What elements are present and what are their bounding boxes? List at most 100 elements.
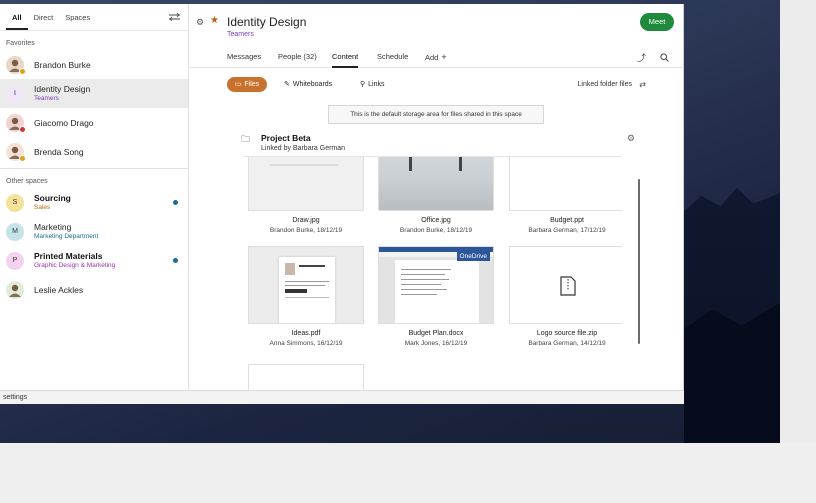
sidebar-item[interactable]: Brandon Burke bbox=[0, 50, 188, 79]
folder-settings-icon[interactable]: ⚙ bbox=[627, 133, 635, 144]
favorites-list: Brandon Burke I Identity Design Teamers Giac… bbox=[0, 50, 188, 166]
file-meta: Brandon Burke, 18/12/19 bbox=[269, 227, 343, 234]
tab-people[interactable]: People (32) bbox=[278, 52, 317, 68]
whiteboards-filter-label: Whiteboards bbox=[292, 81, 333, 88]
sidebar-item[interactable]: I Identity Design Teamers bbox=[0, 79, 188, 108]
sidebar-item[interactable]: M Marketing Marketing Department bbox=[0, 217, 188, 246]
sidebar-item-text: Leslie Ackles bbox=[34, 285, 83, 295]
sidebar-item-label: Printed Materials bbox=[34, 250, 103, 261]
sidebar-item-text: Printed Materials Graphic Design & Market… bbox=[34, 251, 115, 271]
swap-icon[interactable]: ⇄ bbox=[639, 80, 646, 89]
unread-dot bbox=[173, 258, 178, 263]
filter-icon[interactable] bbox=[169, 12, 180, 22]
folder-header: 🗀 Project Beta Linked by Barbara German … bbox=[241, 132, 635, 158]
presence-dot bbox=[19, 125, 26, 133]
folder-linked-by: Linked by Barbara German bbox=[261, 145, 346, 152]
files-filter-button[interactable]: ▭ Files bbox=[227, 77, 267, 92]
search-icon[interactable] bbox=[660, 53, 669, 62]
sidebar-tab-all[interactable]: All bbox=[6, 4, 28, 30]
folder-title: Project Beta bbox=[261, 133, 311, 143]
other-spaces-list: S Sourcing Sales M Marketing Marketing Depart… bbox=[0, 188, 188, 304]
avatar bbox=[6, 55, 26, 75]
tab-content[interactable]: Content bbox=[332, 52, 359, 68]
links-filter-button[interactable]: ⚲ Links bbox=[360, 77, 384, 92]
file-meta: Brandon Burke, 18/12/19 bbox=[399, 227, 473, 234]
sidebar-item-label: Giacomo Drago bbox=[34, 117, 94, 128]
file-thumbnail bbox=[378, 157, 494, 211]
file-thumbnail: OneDrive bbox=[378, 246, 494, 324]
file-tile[interactable]: Logo source file.zip Barbara German, 14/1… bbox=[509, 246, 622, 347]
sidebar-item-text: Brenda Song bbox=[34, 147, 84, 157]
file-meta: Barbara German, 17/12/19 bbox=[528, 227, 606, 234]
folder-icon: 🗀 bbox=[241, 134, 251, 144]
file-tile[interactable] bbox=[248, 364, 364, 390]
files-filter-label: Files bbox=[244, 81, 260, 88]
share-icon[interactable]: ⤴ bbox=[637, 51, 646, 64]
tab-messages[interactable]: Messages bbox=[227, 52, 261, 68]
link-icon: ⚲ bbox=[360, 81, 366, 88]
avatar: S bbox=[6, 193, 24, 212]
space-team-link[interactable]: Teamers bbox=[227, 31, 254, 38]
sidebar-item-label: Brenda Song bbox=[34, 146, 84, 157]
avatar bbox=[6, 113, 26, 133]
meet-button[interactable]: Meet bbox=[640, 13, 674, 31]
file-thumbnail bbox=[509, 157, 622, 211]
file-thumbnail bbox=[248, 157, 364, 211]
file-name: Budget Plan.docx bbox=[408, 330, 464, 337]
sidebar-item-text: Giacomo Drago bbox=[34, 118, 94, 128]
sidebar-tab-spaces[interactable]: Spaces bbox=[59, 4, 96, 31]
avatar: M bbox=[6, 222, 24, 241]
avatar: I bbox=[6, 84, 24, 103]
file-thumbnail bbox=[248, 364, 364, 390]
desk-surface bbox=[0, 443, 816, 503]
avatar bbox=[6, 142, 26, 162]
linked-folder-files-button[interactable]: Linked folder files bbox=[578, 81, 632, 88]
avatar: P bbox=[6, 251, 24, 270]
file-thumbnail bbox=[509, 246, 622, 324]
file-tile[interactable]: Ideas.pdf Anna Simmons, 16/12/19 bbox=[248, 246, 364, 347]
file-grid-scrollbar[interactable] bbox=[638, 179, 640, 344]
file-tile[interactable]: OneDrive Budget Plan.docx Mark Jones, 16/1… bbox=[378, 246, 494, 347]
pencil-icon: ✎ bbox=[284, 81, 290, 88]
sidebar-item[interactable]: P Printed Materials Graphic Design & Marke… bbox=[0, 246, 188, 275]
sidebar-item-sublabel: Marketing Department bbox=[34, 232, 99, 240]
sidebar-tabs: All Direct Spaces bbox=[0, 4, 188, 31]
unread-dot bbox=[173, 200, 178, 205]
tab-schedule[interactable]: Schedule bbox=[377, 52, 408, 68]
folder-icon: ▭ bbox=[234, 81, 242, 88]
sidebar-item-label: Marketing bbox=[34, 221, 72, 232]
file-meta: Barbara German, 14/12/19 bbox=[528, 340, 606, 347]
tab-add[interactable]: Add + bbox=[425, 52, 447, 68]
sidebar-item[interactable]: Brenda Song bbox=[0, 137, 188, 166]
tab-add-label: Add bbox=[425, 53, 439, 62]
favorites-heading: Favorites bbox=[6, 40, 35, 47]
sidebar-tab-direct[interactable]: Direct bbox=[28, 4, 60, 31]
presence-dot bbox=[19, 67, 26, 75]
sidebar-item-sublabel: Graphic Design & Marketing bbox=[34, 261, 116, 269]
other-spaces-heading: Other spaces bbox=[6, 178, 48, 185]
sidebar-item-text: Brandon Burke bbox=[34, 60, 91, 70]
file-meta: Mark Jones, 16/12/19 bbox=[404, 340, 468, 347]
sidebar-item[interactable]: Leslie Ackles bbox=[0, 275, 188, 304]
file-grid: Draw.jpg Brandon Burke, 18/12/19 Office.jp… bbox=[244, 156, 622, 390]
plus-icon: + bbox=[441, 52, 447, 62]
favorite-star-icon[interactable]: ★ bbox=[210, 15, 219, 26]
file-name: Ideas.pdf bbox=[291, 330, 321, 337]
sidebar-item-label: Brandon Burke bbox=[34, 59, 91, 70]
sidebar-item[interactable]: S Sourcing Sales bbox=[0, 188, 188, 217]
sidebar-item-text: Marketing Marketing Department bbox=[34, 222, 98, 242]
onedrive-badge: OneDrive bbox=[456, 252, 490, 261]
file-tile[interactable]: Budget.ppt Barbara German, 17/12/19 bbox=[509, 157, 622, 234]
file-name: Logo source file.zip bbox=[536, 330, 598, 337]
file-tile[interactable]: Office.jpg Brandon Burke, 18/12/19 bbox=[378, 157, 494, 234]
whiteboards-filter-button[interactable]: ✎ Whiteboards bbox=[284, 77, 332, 92]
file-name: Draw.jpg bbox=[292, 217, 320, 224]
sidebar-item[interactable]: Giacomo Drago bbox=[0, 108, 188, 137]
links-filter-label: Links bbox=[368, 81, 385, 88]
space-tabs: Messages People (32) Content Schedule Ad… bbox=[189, 44, 684, 68]
space-title: Identity Design bbox=[227, 15, 307, 29]
file-name: Office.jpg bbox=[421, 217, 451, 224]
file-thumbnail bbox=[248, 246, 364, 324]
file-tile[interactable]: Draw.jpg Brandon Burke, 18/12/19 bbox=[248, 157, 364, 234]
space-settings-icon[interactable]: ⚙ bbox=[196, 17, 204, 28]
